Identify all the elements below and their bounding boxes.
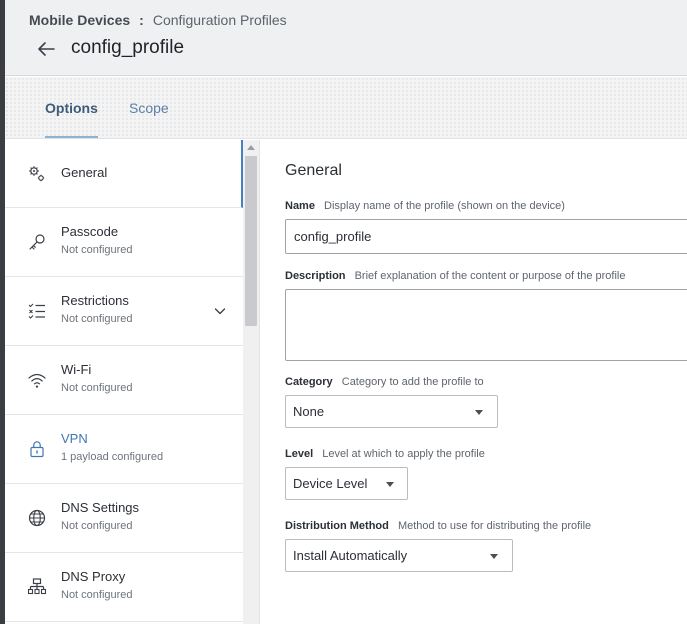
- sidebar-item-status: Not configured: [61, 520, 133, 532]
- sidebar-item-restrictions[interactable]: Restrictions Not configured: [5, 277, 243, 346]
- key-icon: [29, 234, 45, 250]
- distribution-label: Distribution Method: [285, 520, 389, 532]
- level-select-value: Device Level: [293, 476, 368, 491]
- sidebar-item-label: Wi-Fi: [61, 362, 92, 377]
- category-hint: Category to add the profile to: [341, 376, 484, 388]
- distribution-method-select[interactable]: Install Automatically: [285, 539, 513, 572]
- distribution-field-label: Distribution Method Method to use for di…: [285, 520, 591, 532]
- tab-scope[interactable]: Scope: [129, 100, 169, 138]
- caret-down-icon: [475, 410, 483, 415]
- description-textarea[interactable]: [285, 289, 687, 361]
- distribution-hint: Method to use for distributing the profi…: [397, 520, 592, 532]
- description-field-label: Description Brief explanation of the con…: [285, 270, 625, 282]
- description-hint: Brief explanation of the content or purp…: [354, 270, 626, 282]
- payload-sidebar: General Passcode Not configured Restrict…: [5, 140, 243, 624]
- checklist-icon: [28, 303, 45, 319]
- sidebar-item-label: Passcode: [61, 224, 119, 239]
- sidebar-item-status: Not configured: [61, 313, 133, 325]
- description-label: Description: [285, 270, 346, 282]
- sidebar-item-passcode[interactable]: Passcode Not configured: [5, 208, 243, 277]
- name-field-label: Name Display name of the profile (shown …: [285, 200, 565, 212]
- level-hint: Level at which to apply the profile: [322, 448, 485, 460]
- caret-down-icon: [386, 482, 394, 487]
- breadcrumb: Mobile Devices : Configuration Profiles: [29, 12, 287, 28]
- tabs-bar: Options Scope: [5, 77, 687, 139]
- sidebar-item-dns-settings[interactable]: DNS Settings Not configured: [5, 484, 243, 553]
- general-payload-form: General Name Display name of the profile…: [261, 140, 687, 624]
- sidebar-item-dns-proxy[interactable]: DNS Proxy Not configured: [5, 553, 243, 622]
- level-field-label: Level Level at which to apply the profil…: [285, 448, 485, 460]
- tab-options[interactable]: Options: [45, 100, 98, 138]
- gear-icon: [29, 166, 45, 182]
- chevron-down-icon[interactable]: [213, 304, 227, 318]
- sidebar-item-label: Restrictions: [61, 293, 129, 308]
- sidebar-item-wifi[interactable]: Wi-Fi Not configured: [5, 346, 243, 415]
- level-select[interactable]: Device Level: [285, 467, 408, 500]
- distribution-select-value: Install Automatically: [293, 548, 408, 563]
- name-input[interactable]: config_profile: [285, 219, 687, 254]
- page-title: config_profile: [71, 37, 185, 58]
- scrollbar-thumb[interactable]: [245, 156, 257, 326]
- category-select[interactable]: None: [285, 395, 498, 428]
- breadcrumb-current[interactable]: Configuration Profiles: [153, 12, 287, 28]
- section-title: General: [285, 162, 342, 179]
- level-label: Level: [285, 448, 314, 460]
- sidebar-item-status: Not configured: [61, 382, 133, 394]
- sidebar-item-label: DNS Proxy: [61, 569, 126, 584]
- name-label: Name: [285, 200, 315, 212]
- sidebar-item-status: 1 payload configured: [61, 451, 164, 463]
- sidebar-item-vpn[interactable]: VPN 1 payload configured: [5, 415, 243, 484]
- globe-icon: [28, 509, 46, 527]
- sidebar-item-general[interactable]: General: [5, 140, 243, 208]
- caret-down-icon: [490, 554, 498, 559]
- scroll-up-arrow-icon[interactable]: [247, 145, 255, 150]
- breadcrumb-separator: :: [139, 12, 144, 28]
- sidebar-scrollbar[interactable]: [243, 140, 260, 624]
- sidebar-item-status: Not configured: [61, 589, 133, 601]
- sidebar-item-label: General: [61, 165, 108, 180]
- page-header: Mobile Devices : Configuration Profiles …: [5, 0, 687, 76]
- network-icon: [27, 578, 47, 595]
- wifi-icon: [28, 373, 46, 388]
- sidebar-item-status: Not configured: [61, 244, 133, 256]
- category-select-value: None: [293, 404, 325, 419]
- back-arrow-icon[interactable]: [35, 38, 57, 60]
- category-label: Category: [285, 376, 333, 388]
- breadcrumb-parent-link[interactable]: Mobile Devices: [29, 12, 130, 28]
- sidebar-item-label: DNS Settings: [61, 500, 140, 515]
- name-hint: Display name of the profile (shown on th…: [324, 200, 565, 212]
- category-field-label: Category Category to add the profile to: [285, 376, 484, 388]
- sidebar-item-label: VPN: [61, 431, 88, 446]
- lock-icon: [30, 441, 44, 458]
